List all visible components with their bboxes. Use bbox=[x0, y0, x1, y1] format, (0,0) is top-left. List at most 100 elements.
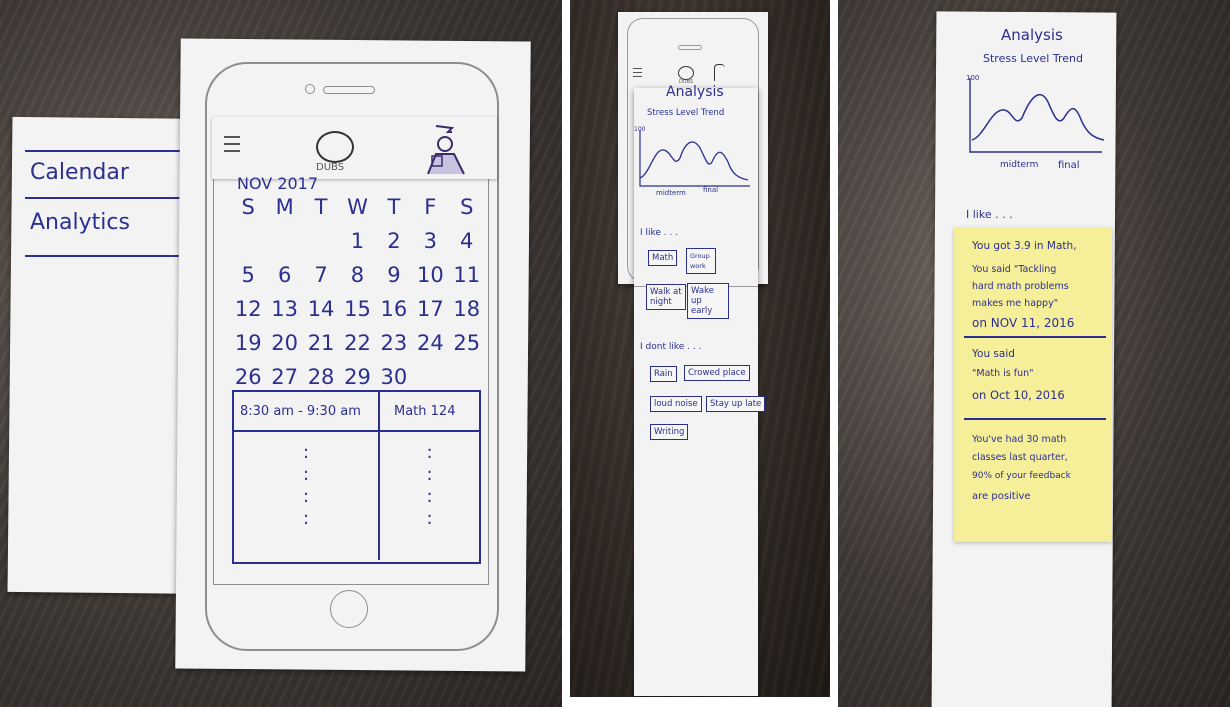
profile-icon[interactable] bbox=[418, 120, 473, 180]
weekday-row: S M T W T F S bbox=[230, 190, 485, 224]
week-row: 1 2 3 4 bbox=[230, 224, 485, 258]
insight-note-divider bbox=[964, 336, 1106, 338]
week-row: 12 13 14 15 16 17 18 bbox=[230, 292, 485, 326]
chart-title-3: Stress Level Trend bbox=[983, 52, 1083, 65]
chart-x-label-final: final bbox=[703, 186, 719, 194]
photo-panel-calendar: Calendar Analytics DUBS NOV 2017 S M T W… bbox=[0, 0, 562, 707]
logo-icon bbox=[316, 131, 354, 163]
weekday-label: T bbox=[387, 195, 401, 219]
profile-icon-2[interactable] bbox=[714, 64, 725, 81]
day-cell[interactable]: 24 bbox=[412, 331, 448, 355]
week-row: 19 20 21 22 23 24 25 bbox=[230, 326, 485, 360]
stress-chart bbox=[639, 130, 750, 187]
event-title: Math 124 bbox=[394, 404, 456, 419]
phone-speaker-icon bbox=[323, 86, 375, 94]
home-button-icon[interactable] bbox=[330, 590, 368, 628]
phone-camera-icon bbox=[305, 84, 315, 94]
weekday-label: F bbox=[424, 195, 437, 219]
day-cell[interactable]: 17 bbox=[412, 297, 448, 321]
day-cell[interactable]: 3 bbox=[412, 229, 448, 253]
day-cell[interactable]: 1 bbox=[339, 229, 375, 253]
logo-icon-2 bbox=[678, 66, 694, 80]
day-cell[interactable]: 27 bbox=[266, 365, 302, 389]
day-cell[interactable]: 28 bbox=[303, 365, 339, 389]
event-time-placeholder: :::: bbox=[234, 432, 380, 560]
chart-x-label-final-3: final bbox=[1058, 160, 1080, 171]
day-cell[interactable]: 29 bbox=[339, 365, 375, 389]
menu-item-calendar[interactable]: Calendar bbox=[30, 160, 129, 185]
menu-icon[interactable] bbox=[224, 136, 240, 152]
insight-note-2-line-3: on Oct 10, 2016 bbox=[972, 388, 1065, 402]
dislike-chip-crowed-place[interactable]: Crowed place bbox=[684, 365, 750, 381]
dislike-chip-rain[interactable]: Rain bbox=[650, 366, 677, 382]
day-cell[interactable]: 26 bbox=[230, 365, 266, 389]
event-time: 8:30 am - 9:30 am bbox=[234, 392, 380, 430]
insight-note-1-line-1: You got 3.9 in Math, bbox=[972, 240, 1077, 252]
day-cell[interactable]: 20 bbox=[266, 331, 302, 355]
weekday-label: T bbox=[314, 195, 328, 219]
dislike-chip-loud-noise[interactable]: loud noise bbox=[650, 396, 702, 412]
day-cell[interactable]: 2 bbox=[376, 229, 412, 253]
menu-item-analytics[interactable]: Analytics bbox=[30, 210, 130, 235]
weekday-label: S bbox=[241, 195, 255, 219]
insight-note-3-line-1: You've had 30 math bbox=[972, 434, 1067, 445]
weekday-label: M bbox=[275, 195, 294, 219]
day-cell[interactable]: 21 bbox=[303, 331, 339, 355]
day-cell[interactable]: 8 bbox=[339, 263, 375, 287]
insight-note-3-line-2: classes last quarter, bbox=[972, 452, 1068, 463]
day-cell[interactable]: 4 bbox=[449, 229, 485, 253]
dislikes-heading: I dont like . . . bbox=[640, 342, 702, 352]
day-cell[interactable]: 22 bbox=[339, 331, 375, 355]
insight-note-3-line-3: 90% of your feedback bbox=[972, 471, 1071, 481]
dislike-chip-writing[interactable]: Writing bbox=[650, 424, 689, 440]
weekday-label: S bbox=[460, 195, 474, 219]
day-cell[interactable]: 10 bbox=[412, 263, 448, 287]
day-cell[interactable]: 16 bbox=[376, 297, 412, 321]
day-cell[interactable]: 30 bbox=[376, 365, 412, 389]
insight-note-1-line-3: hard math problems bbox=[972, 281, 1069, 292]
insight-note-divider-2 bbox=[964, 418, 1106, 420]
day-cell[interactable]: 13 bbox=[266, 297, 302, 321]
menu-icon-2[interactable] bbox=[633, 68, 642, 77]
photo-panel-analysis: DUBS Analysis Stress Level Trend 100 mid… bbox=[570, 0, 830, 697]
weekday-label: W bbox=[347, 195, 368, 219]
calendar-grid: S M T W T F S 1 2 3 4 5 6 7 8 9 10 11 12 bbox=[230, 190, 485, 394]
day-cell[interactable]: 5 bbox=[230, 263, 266, 287]
day-cell[interactable]: 15 bbox=[339, 297, 375, 321]
stress-chart-3 bbox=[969, 78, 1105, 153]
insight-note-1-line-4: makes me happy" bbox=[972, 298, 1059, 309]
like-chip-wake-up-early[interactable]: Wake up early bbox=[687, 283, 729, 319]
dislike-chip-stay-up-late[interactable]: Stay up late bbox=[706, 396, 766, 412]
insight-note-2-line-2: "Math is fun" bbox=[972, 368, 1034, 379]
event-title-placeholder: :::: bbox=[426, 442, 433, 529]
insight-note-3-line-4: are positive bbox=[972, 491, 1031, 502]
day-cell[interactable]: 9 bbox=[376, 263, 412, 287]
insight-note-2-line-1: You said bbox=[972, 348, 1015, 360]
day-cell[interactable]: 19 bbox=[230, 331, 266, 355]
event-empty-row: :::: :::: bbox=[234, 432, 479, 560]
like-chip-math[interactable]: Math bbox=[648, 250, 678, 266]
like-chip-group-work[interactable]: Group work bbox=[686, 248, 716, 274]
event-table: 8:30 am - 9:30 am Math 124 :::: :::: bbox=[232, 390, 481, 564]
insight-note-1-line-2: You said "Tackling bbox=[972, 264, 1057, 275]
day-cell[interactable]: 14 bbox=[303, 297, 339, 321]
day-cell[interactable]: 12 bbox=[230, 297, 266, 321]
day-cell[interactable]: 25 bbox=[449, 331, 485, 355]
chart-title: Stress Level Trend bbox=[647, 108, 725, 118]
week-row: 5 6 7 8 9 10 11 bbox=[230, 258, 485, 292]
insight-note-1-line-5: on NOV 11, 2016 bbox=[972, 316, 1075, 330]
day-cell[interactable]: 6 bbox=[266, 263, 302, 287]
day-cell[interactable]: 7 bbox=[303, 263, 339, 287]
day-cell[interactable]: 11 bbox=[449, 263, 485, 287]
event-row[interactable]: 8:30 am - 9:30 am Math 124 bbox=[234, 392, 479, 432]
day-cell[interactable]: 23 bbox=[376, 331, 412, 355]
analysis-title: Analysis bbox=[666, 84, 724, 100]
app-logo-text: DUBS bbox=[316, 162, 345, 173]
phone-speaker-icon-2 bbox=[678, 45, 702, 50]
likes-heading-3: I like . . . bbox=[966, 208, 1013, 221]
day-cell[interactable]: 18 bbox=[449, 297, 485, 321]
photo-panel-insights: Analysis Stress Level Trend 100 midterm … bbox=[838, 0, 1230, 707]
chart-x-label-midterm-3: midterm bbox=[1000, 160, 1039, 170]
analysis-title-3: Analysis bbox=[1001, 26, 1063, 44]
like-chip-walk-at-night[interactable]: Walk at night bbox=[646, 284, 686, 310]
